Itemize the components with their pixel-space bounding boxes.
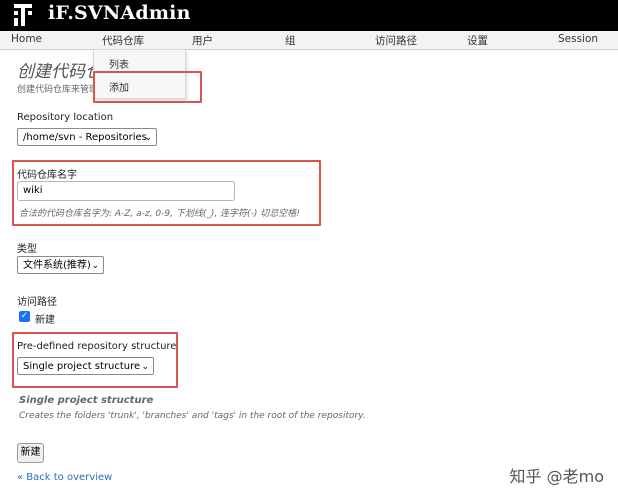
chevron-down-icon: ⌄ bbox=[141, 362, 149, 372]
name-label: 代码仓库名字 bbox=[17, 170, 77, 181]
nav-item-groups[interactable]: 组 bbox=[285, 33, 296, 48]
nav-item-home[interactable]: Home bbox=[11, 33, 42, 45]
type-select-value: 文件系统(推荐) bbox=[23, 260, 91, 271]
location-select[interactable]: /home/svn - Repositories ⌄ bbox=[17, 128, 157, 146]
back-to-overview-link[interactable]: « Back to overview bbox=[17, 472, 112, 483]
location-label: Repository location bbox=[17, 112, 114, 123]
structure-select[interactable]: Single project structure ⌄ bbox=[17, 357, 154, 375]
main-nav: Home 代码仓库 用户 组 访问路径 设置 Session bbox=[0, 31, 618, 50]
chevron-down-icon: ⌄ bbox=[144, 133, 152, 143]
repository-name-input[interactable]: wiki bbox=[17, 181, 235, 201]
page-title: 创建代码仓 bbox=[17, 62, 102, 82]
structure-label: Pre-defined repository structure bbox=[17, 341, 177, 352]
create-access-checkbox[interactable]: ✓ bbox=[19, 311, 30, 322]
type-select[interactable]: 文件系统(推荐) ⌄ bbox=[17, 256, 104, 274]
chevron-down-icon: ⌄ bbox=[91, 261, 99, 271]
create-button[interactable]: 新建 bbox=[17, 443, 44, 463]
type-label: 类型 bbox=[17, 244, 37, 255]
name-hint: 合法的代码仓库名字为: A-Z, a-z, 0-9, 下划线(_), 连字符(-… bbox=[19, 209, 300, 219]
create-access-checkbox-label: 新建 bbox=[35, 315, 55, 326]
nav-item-access-paths[interactable]: 访问路径 bbox=[375, 33, 417, 48]
highlight-add-menu bbox=[93, 71, 202, 103]
nav-item-users[interactable]: 用户 bbox=[192, 33, 213, 48]
nav-item-repositories[interactable]: 代码仓库 bbox=[102, 33, 144, 48]
app-logo-icon bbox=[14, 4, 32, 26]
structure-select-value: Single project structure bbox=[23, 361, 141, 372]
watermark-text: 知乎 @老mo bbox=[509, 467, 604, 486]
structure-description: Creates the folders 'trunk', 'branches' … bbox=[19, 411, 366, 421]
location-select-value: /home/svn - Repositories bbox=[23, 132, 147, 143]
access-label: 访问路径 bbox=[17, 297, 57, 308]
nav-item-session[interactable]: Session bbox=[558, 33, 598, 45]
nav-item-settings[interactable]: 设置 bbox=[467, 33, 488, 48]
app-header: iF.SVNAdmin bbox=[0, 0, 618, 31]
dropdown-item-list[interactable]: 列表 bbox=[109, 56, 129, 71]
app-title: iF.SVNAdmin bbox=[48, 2, 191, 24]
page-subtitle: 创建代码仓库来管理 bbox=[17, 85, 99, 95]
structure-description-title: Single project structure bbox=[19, 395, 154, 406]
